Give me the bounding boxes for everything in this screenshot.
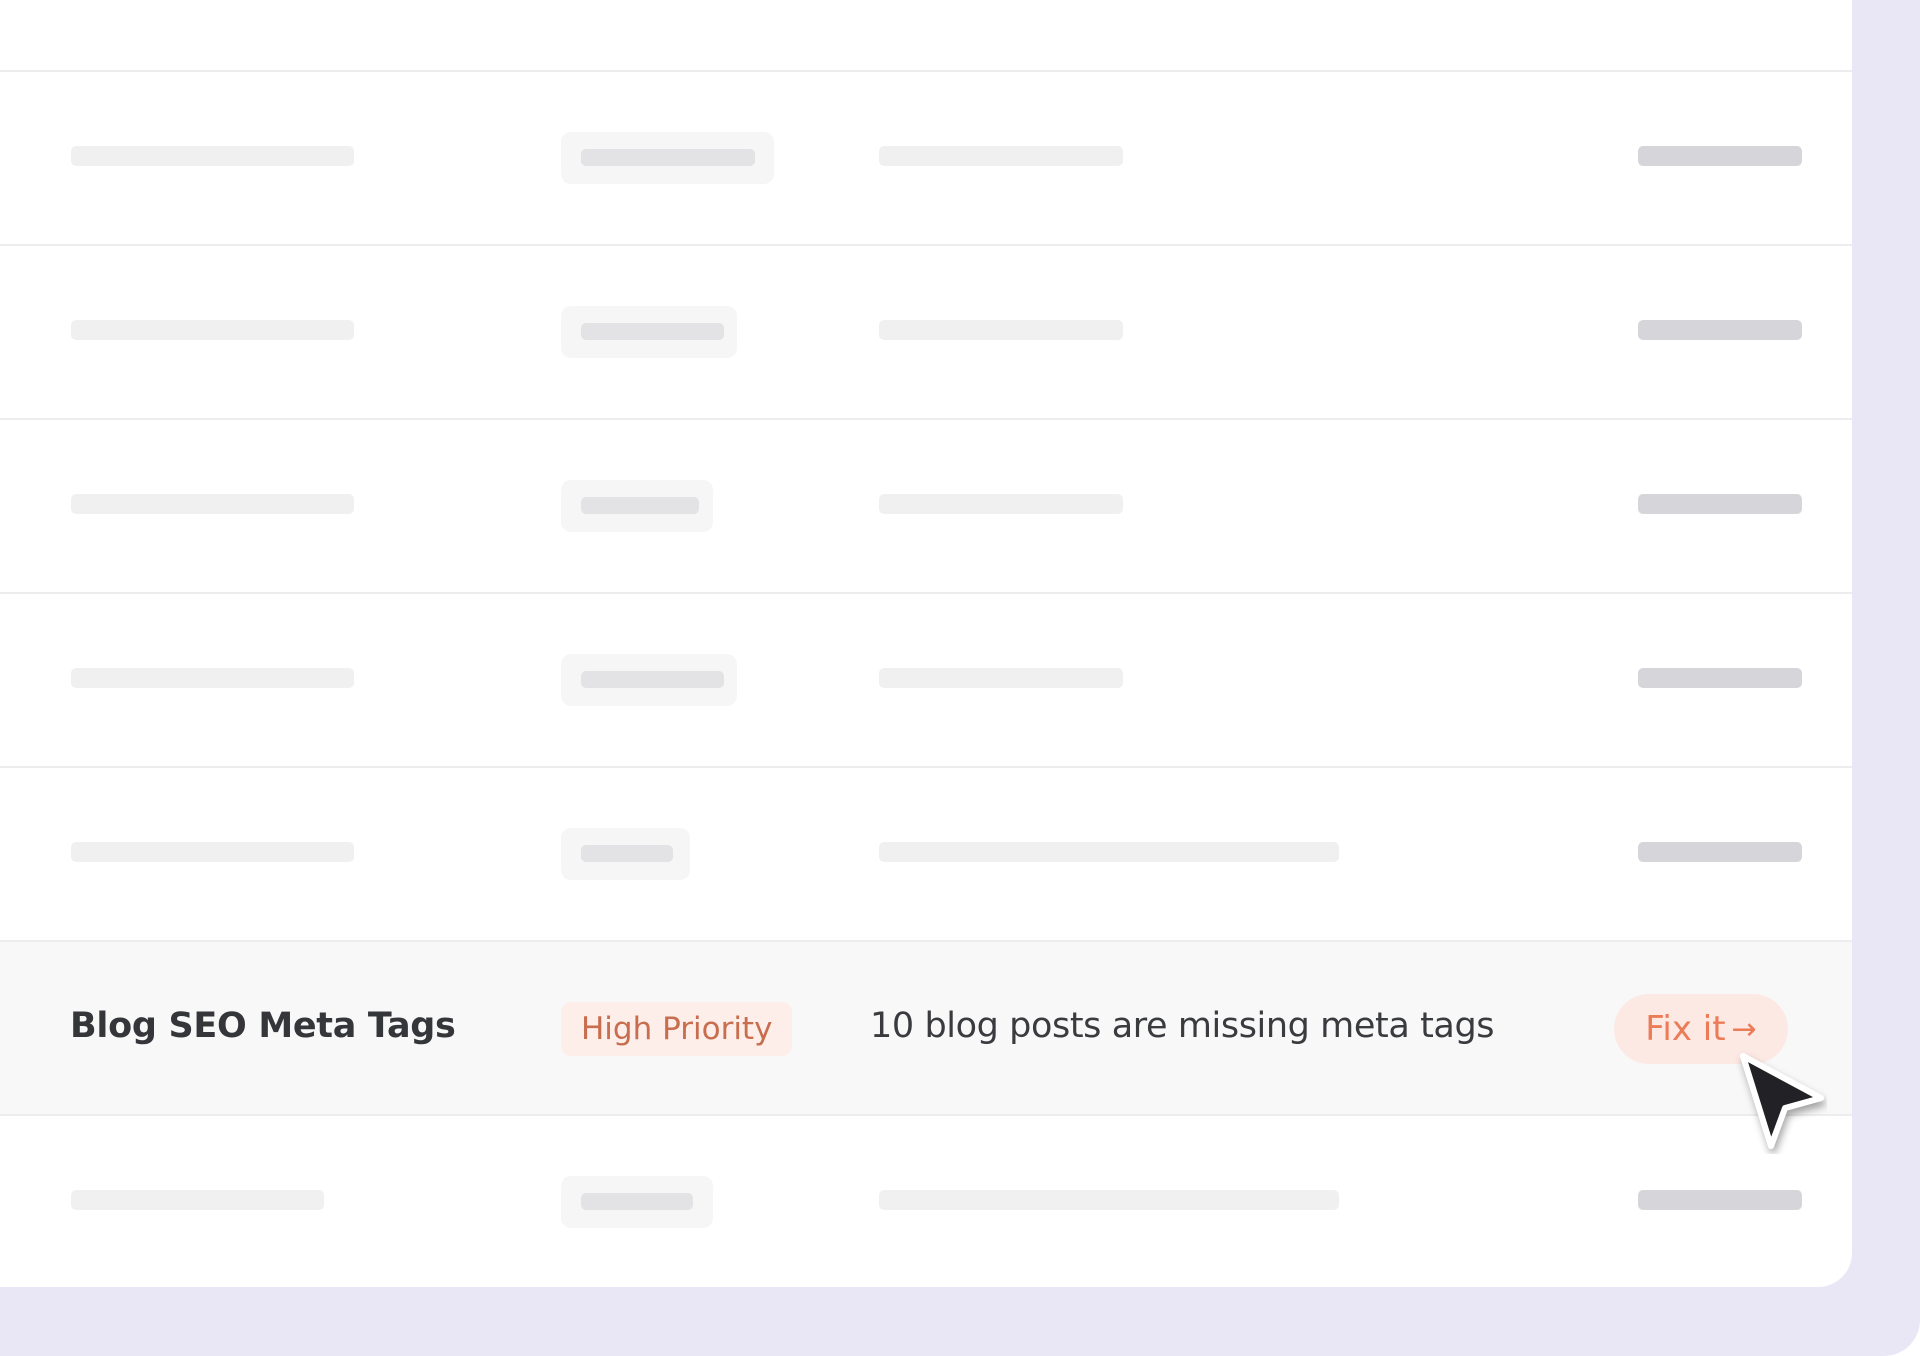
skeleton-action — [1638, 842, 1802, 862]
skeleton-description — [879, 842, 1339, 862]
table-row — [0, 766, 1852, 940]
mouse-pointer-icon — [1740, 1053, 1824, 1149]
task-name: Blog SEO Meta Tags — [70, 1006, 456, 1046]
skeleton-description — [879, 146, 1123, 166]
skeleton-action — [1638, 668, 1802, 688]
skeleton-badge — [561, 306, 737, 358]
table-row — [0, 1114, 1852, 1287]
skeleton-task-name — [71, 320, 354, 340]
fix-it-label: Fix it — [1645, 1009, 1726, 1049]
skeleton-task-name — [71, 668, 354, 688]
table-row — [0, 418, 1852, 592]
skeleton-description — [879, 668, 1123, 688]
skeleton-badge — [561, 654, 737, 706]
table-row — [0, 70, 1852, 244]
skeleton-badge — [561, 480, 713, 532]
skeleton-description — [879, 320, 1123, 340]
skeleton-action — [1638, 146, 1802, 166]
skeleton-description — [879, 494, 1123, 514]
skeleton-action — [1638, 494, 1802, 514]
skeleton-task-name — [71, 494, 354, 514]
skeleton-task-name — [71, 1190, 324, 1210]
skeleton-badge — [561, 1176, 713, 1228]
skeleton-description — [879, 1190, 1339, 1210]
skeleton-badge — [561, 132, 774, 184]
table-row-highlighted[interactable]: Blog SEO Meta Tags High Priority 10 blog… — [0, 940, 1852, 1114]
skeleton-task-name — [71, 842, 354, 862]
skeleton-action — [1638, 1190, 1802, 1210]
seo-issues-table: Blog SEO Meta Tags High Priority 10 blog… — [0, 0, 1852, 1287]
priority-badge: High Priority — [561, 1002, 793, 1056]
table-row — [0, 592, 1852, 766]
table-row — [0, 0, 1852, 12]
issue-description: 10 blog posts are missing meta tags — [870, 1006, 1495, 1046]
skeleton-task-name — [71, 146, 354, 166]
skeleton-badge — [561, 828, 690, 880]
skeleton-action — [1638, 320, 1802, 340]
table-row — [0, 244, 1852, 418]
